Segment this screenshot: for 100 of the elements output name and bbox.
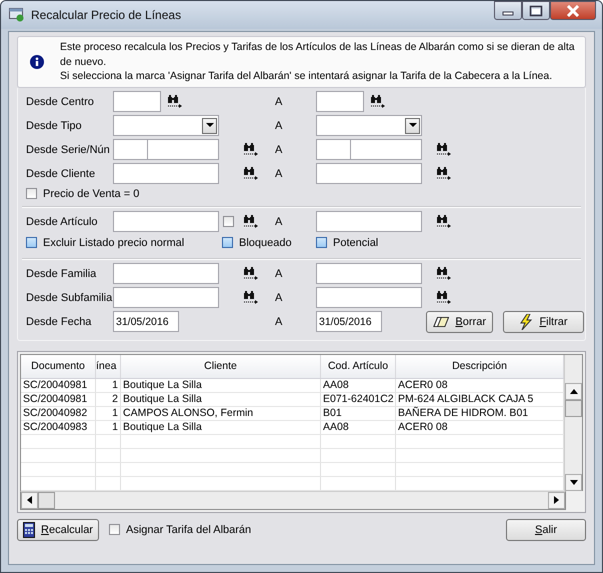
input-field[interactable] (113, 91, 161, 112)
range-label: A (274, 316, 284, 328)
range-label: A (274, 268, 284, 280)
range-label: A (274, 168, 284, 180)
scroll-right-icon[interactable] (548, 492, 565, 508)
binoculars-icon[interactable] (436, 166, 452, 180)
binoculars-icon[interactable] (243, 142, 259, 156)
table-cell: E071-62401C2 (321, 392, 396, 406)
binoculars-icon[interactable] (167, 94, 183, 108)
binoculars-icon[interactable] (243, 214, 259, 228)
checkbox-label: Excluir Listado precio normal (43, 236, 184, 248)
field-label: Desde Artículo (26, 216, 99, 228)
table-cell: 2 (96, 392, 121, 406)
input-field[interactable] (113, 211, 219, 232)
maximize-button[interactable] (522, 1, 550, 20)
range-label: A (274, 216, 284, 228)
input-field[interactable] (316, 287, 422, 308)
field-label: Desde Fecha (26, 316, 92, 328)
checkbox-label: Bloqueado (239, 236, 292, 248)
binoculars-icon[interactable] (436, 290, 452, 304)
binoculars-icon[interactable] (243, 166, 259, 180)
dropdown-arrow-icon (408, 123, 416, 128)
input-field[interactable] (316, 139, 422, 160)
maximize-icon (529, 4, 543, 16)
app-icon (9, 8, 25, 22)
binoculars-icon[interactable] (243, 290, 259, 304)
close-icon (566, 4, 580, 16)
input-field[interactable] (113, 263, 219, 284)
column-header[interactable]: ínea (96, 354, 121, 378)
column-header[interactable]: Cliente (121, 354, 321, 378)
scroll-left-icon[interactable] (21, 492, 38, 508)
table-cell: AA08 (321, 420, 396, 434)
table-cell: 1 (96, 420, 121, 434)
column-header[interactable]: Cod. Artículo (321, 354, 396, 378)
date-field[interactable]: 31/05/2016 (113, 311, 179, 332)
input-field[interactable] (316, 91, 364, 112)
info-text: Este proceso recalcula los Precios y Tarifas de los Artículos de las Líneas de Albarán como si se dieran de alta de nuevo. (60, 40, 576, 69)
window-title: Recalcular Precio de Líneas (31, 8, 182, 22)
table-cell: SC/20040981 (21, 392, 96, 406)
range-label: A (274, 120, 284, 132)
minimize-button[interactable] (494, 1, 522, 20)
checkbox-label: Precio de Venta = 0 (43, 188, 140, 200)
table-cell: B01 (321, 406, 396, 420)
table-cell: SC/20040981 (21, 378, 96, 392)
table-cell: SC/20040982 (21, 406, 96, 420)
table-cell: SC/20040983 (21, 420, 96, 434)
table-cell: Boutique La Silla (121, 378, 321, 392)
field-label: Desde Familia (26, 268, 98, 280)
table-cell: CAMPOS ALONSO, Fermin (121, 406, 321, 420)
filter-button[interactable]: Filtrar (503, 310, 584, 332)
table-cell: Boutique La Silla (121, 392, 321, 406)
table-cell: 1 (96, 378, 121, 392)
calculator-icon (23, 522, 35, 538)
scroll-thumb[interactable] (565, 400, 582, 416)
checkbox[interactable] (109, 524, 120, 535)
scroll-up-icon[interactable] (565, 382, 582, 400)
input-field[interactable] (113, 139, 219, 160)
scroll-thumb[interactable] (38, 492, 55, 508)
input-field[interactable] (316, 263, 422, 284)
input-field[interactable] (316, 163, 422, 184)
date-field[interactable]: 31/05/2016 (316, 311, 382, 332)
checkbox[interactable] (316, 237, 327, 248)
checkbox-label: Potencial (333, 236, 378, 248)
table-cell: Boutique La Silla (121, 420, 321, 434)
binoculars-icon[interactable] (243, 266, 259, 280)
field-label: Desde Cliente (26, 168, 96, 180)
input-field[interactable] (113, 163, 219, 184)
checkbox[interactable] (26, 188, 37, 199)
lightning-icon (519, 314, 534, 330)
table-cell: 1 (96, 406, 121, 420)
field-label: Desde Centro (26, 96, 95, 108)
input-field[interactable] (113, 287, 219, 308)
field-label: Desde Tipo (26, 120, 83, 132)
range-label: A (274, 292, 284, 304)
field-label: Desde Subfamilia (26, 292, 113, 304)
recalculate-button[interactable]: Recalcular (17, 518, 99, 540)
info-text: Si selecciona la marca 'Asignar Tarifa del Albarán' se intentará asignar la Tarifa de la Cabecera a la Línea. (60, 69, 554, 84)
binoculars-icon[interactable] (370, 94, 386, 108)
binoculars-icon[interactable] (436, 142, 452, 156)
table-cell: AA08 (321, 378, 396, 392)
field-label: Desde Serie/Nún (26, 144, 111, 156)
close-button[interactable] (550, 1, 596, 20)
range-label: A (274, 96, 284, 108)
checkbox[interactable] (222, 237, 233, 248)
dropdown[interactable] (113, 115, 219, 136)
input-field[interactable] (316, 211, 422, 232)
binoculars-icon[interactable] (436, 214, 452, 228)
range-label: A (274, 144, 284, 156)
clear-button[interactable]: Borrar (426, 310, 493, 332)
checkbox[interactable] (223, 216, 234, 227)
exit-button[interactable]: Salir (506, 518, 586, 540)
checkbox[interactable] (26, 237, 37, 248)
scroll-down-icon[interactable] (565, 474, 582, 490)
binoculars-icon[interactable] (436, 266, 452, 280)
dropdown[interactable] (316, 115, 422, 136)
vertical-scrollbar[interactable] (564, 354, 582, 490)
eraser-icon (433, 316, 450, 328)
column-header[interactable]: Documento (21, 354, 96, 378)
info-icon (30, 54, 44, 69)
horizontal-scrollbar[interactable] (20, 490, 566, 510)
